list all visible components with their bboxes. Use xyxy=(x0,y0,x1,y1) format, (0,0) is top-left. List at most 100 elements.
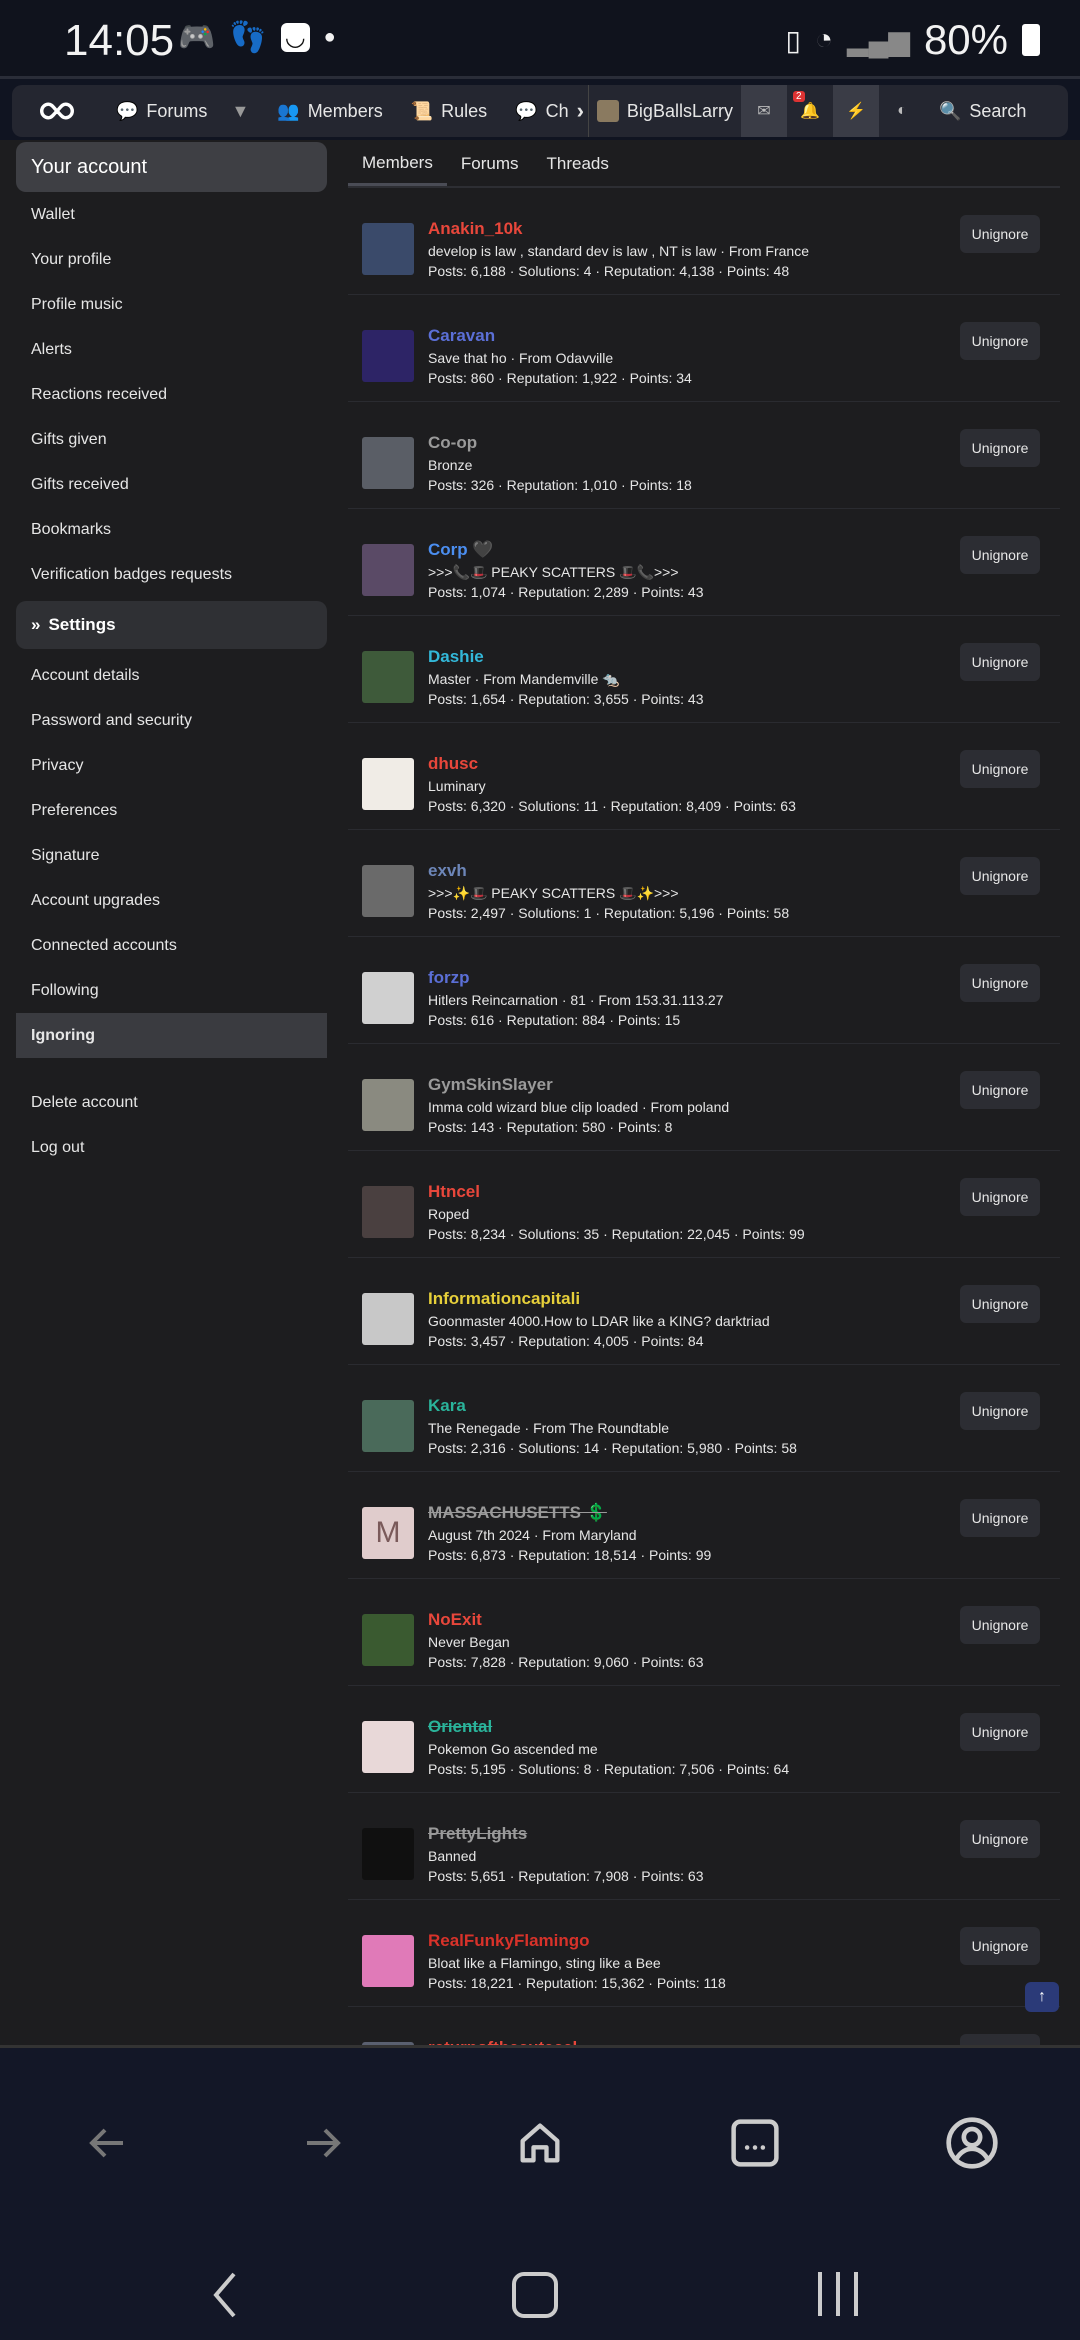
member-row: Informationcapitali Goonmaster 4000.How t… xyxy=(348,1258,1060,1365)
inbox-icon[interactable]: ✉ xyxy=(740,85,787,137)
sidebar-item-following[interactable]: Following xyxy=(16,968,327,1013)
unignore-button[interactable]: Unignore xyxy=(960,429,1040,467)
member-name[interactable]: dhusc xyxy=(428,754,478,774)
sidebar-item-signature[interactable]: Signature xyxy=(16,833,327,878)
member-name[interactable]: Anakin_10k xyxy=(428,219,523,239)
sidebar-item-reactions-received[interactable]: Reactions received xyxy=(16,372,327,417)
sidebar-item-privacy[interactable]: Privacy xyxy=(16,743,327,788)
sidebar-item-alerts[interactable]: Alerts xyxy=(16,327,327,372)
settings-heading[interactable]: » Settings xyxy=(16,601,327,649)
sidebar-item-connected-accounts[interactable]: Connected accounts xyxy=(16,923,327,968)
sidebar-item-ignoring[interactable]: Ignoring xyxy=(16,1013,327,1058)
nav-user[interactable]: BigBallsLarry xyxy=(587,85,741,137)
member-name[interactable]: Kara xyxy=(428,1396,466,1416)
member-avatar[interactable] xyxy=(362,330,414,382)
unignore-button[interactable]: Unignore xyxy=(960,536,1040,574)
sidebar-item-bookmarks[interactable]: Bookmarks xyxy=(16,507,327,552)
sidebar-item-account-upgrades[interactable]: Account upgrades xyxy=(16,878,327,923)
lightning-icon[interactable]: ⚡ xyxy=(832,85,879,137)
member-avatar[interactable] xyxy=(362,972,414,1024)
system-recents-icon[interactable] xyxy=(818,2272,858,2316)
unignore-button[interactable]: Unignore xyxy=(960,1071,1040,1109)
sidebar-item-verification-badges-requests[interactable]: Verification badges requests xyxy=(16,552,327,597)
sidebar-item-delete-account[interactable]: Delete account xyxy=(16,1080,327,1125)
nav-search[interactable]: 🔍 Search xyxy=(925,85,1040,137)
scroll-top-button[interactable]: ↑ xyxy=(1025,1982,1059,2012)
nav-rules[interactable]: 📜 Rules xyxy=(397,85,501,137)
chevron-right-icon[interactable]: › xyxy=(573,85,588,137)
member-avatar[interactable] xyxy=(362,651,414,703)
member-name[interactable]: PrettyLights xyxy=(428,1824,527,1844)
unignore-button[interactable]: Unignore xyxy=(960,750,1040,788)
member-avatar[interactable] xyxy=(362,1079,414,1131)
member-avatar[interactable] xyxy=(362,865,414,917)
member-name[interactable]: MASSACHUSETTS 💲 xyxy=(428,1503,607,1523)
nav-forums[interactable]: 💬 Forums ▼ xyxy=(102,85,263,137)
unignore-button[interactable]: Unignore xyxy=(960,857,1040,895)
forward-button[interactable] xyxy=(288,2108,358,2178)
member-avatar[interactable] xyxy=(362,544,414,596)
member-name[interactable]: forzp xyxy=(428,968,470,988)
back-button[interactable] xyxy=(72,2108,142,2178)
unignore-button[interactable]: Unignore xyxy=(960,322,1040,360)
unignore-button[interactable]: Unignore xyxy=(960,643,1040,681)
unignore-button[interactable]: Unignore xyxy=(960,1927,1040,1965)
unignore-button[interactable]: Unignore xyxy=(960,1392,1040,1430)
caret-down-icon[interactable]: ▼ xyxy=(231,101,249,122)
member-name[interactable]: Oriental xyxy=(428,1717,492,1737)
sidebar-item-log-out[interactable]: Log out xyxy=(16,1125,327,1170)
sidebar-item-preferences[interactable]: Preferences xyxy=(16,788,327,833)
member-name[interactable]: Dashie xyxy=(428,647,484,667)
unignore-button[interactable]: Unignore xyxy=(960,215,1040,253)
member-avatar[interactable] xyxy=(362,1400,414,1452)
member-avatar[interactable] xyxy=(362,223,414,275)
member-avatar[interactable] xyxy=(362,1935,414,1987)
sidebar-item-wallet[interactable]: Wallet xyxy=(16,192,327,237)
system-back-icon[interactable] xyxy=(210,2270,240,2325)
tab-forums[interactable]: Forums xyxy=(447,142,533,186)
alerts-bell-icon[interactable]: 🔔 2 xyxy=(787,85,833,137)
member-avatar[interactable] xyxy=(362,1828,414,1880)
site-logo[interactable] xyxy=(12,85,102,137)
sidebar-item-gifts-received[interactable]: Gifts received xyxy=(16,462,327,507)
profile-button[interactable] xyxy=(937,2108,1007,2178)
sidebar-item-password-and-security[interactable]: Password and security xyxy=(16,698,327,743)
sidebar-item-your-profile[interactable]: Your profile xyxy=(16,237,327,282)
member-avatar[interactable] xyxy=(362,1614,414,1666)
member-avatar[interactable]: M xyxy=(362,1507,414,1559)
unignore-button[interactable]: Unignore xyxy=(960,1820,1040,1858)
unignore-button[interactable]: Unignore xyxy=(960,964,1040,1002)
member-name[interactable]: Caravan xyxy=(428,326,495,346)
member-avatar[interactable] xyxy=(362,758,414,810)
home-button[interactable] xyxy=(505,2108,575,2178)
member-name[interactable]: Htncel xyxy=(428,1182,480,1202)
member-name[interactable]: Corp 🖤 xyxy=(428,540,494,560)
member-name[interactable]: Informationcapitali xyxy=(428,1289,580,1309)
unignore-button[interactable]: Unignore xyxy=(960,1713,1040,1751)
system-home-icon[interactable] xyxy=(512,2272,558,2318)
toggle-icon[interactable]: ◐ xyxy=(879,85,925,137)
sidebar-item-gifts-given[interactable]: Gifts given xyxy=(16,417,327,462)
member-avatar[interactable] xyxy=(362,1293,414,1345)
sidebar-item-account-details[interactable]: Account details xyxy=(16,653,327,698)
member-name[interactable]: RealFunkyFlamingo xyxy=(428,1931,590,1951)
nav-members[interactable]: 👥 Members xyxy=(263,85,396,137)
tabs-button[interactable] xyxy=(720,2108,790,2178)
unignore-button[interactable]: Unignore xyxy=(960,1606,1040,1644)
unignore-button[interactable]: Unignore xyxy=(960,1285,1040,1323)
sidebar-item-profile-music[interactable]: Profile music xyxy=(16,282,327,327)
member-avatar[interactable] xyxy=(362,437,414,489)
member-avatar[interactable] xyxy=(362,1186,414,1238)
ignore-tabs: Members Forums Threads xyxy=(348,142,1060,188)
tab-threads[interactable]: Threads xyxy=(532,142,622,186)
your-account-heading[interactable]: Your account xyxy=(16,142,327,192)
nav-chat[interactable]: 💬 Ch xyxy=(501,85,572,137)
member-name[interactable]: Co-op xyxy=(428,433,477,453)
unignore-button[interactable]: Unignore xyxy=(960,1499,1040,1537)
member-name[interactable]: exvh xyxy=(428,861,467,881)
unignore-button[interactable]: Unignore xyxy=(960,1178,1040,1216)
tab-members[interactable]: Members xyxy=(348,142,447,186)
member-name[interactable]: GymSkinSlayer xyxy=(428,1075,553,1095)
member-avatar[interactable] xyxy=(362,1721,414,1773)
member-name[interactable]: NoExit xyxy=(428,1610,482,1630)
